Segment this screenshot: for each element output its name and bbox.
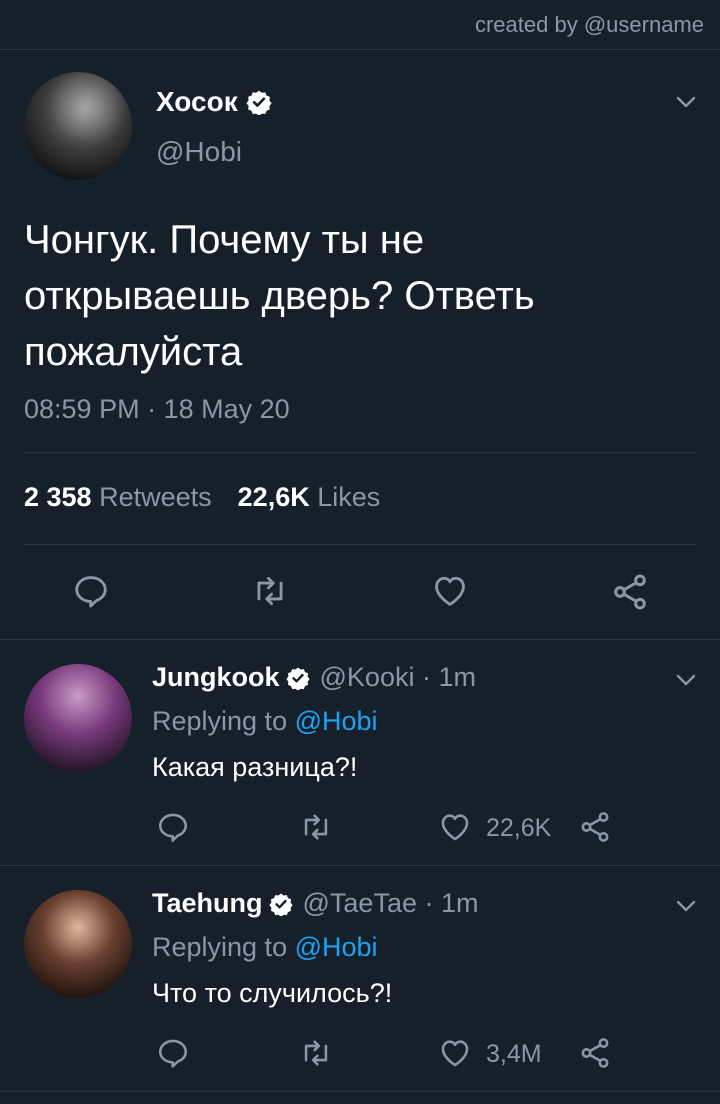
replying-to: Replying to @Hobi <box>152 706 378 737</box>
retweets-count: 2 358 <box>24 482 92 512</box>
tweet-text-line: открываешь дверь? Ответь <box>24 274 535 318</box>
author-name: Хосок <box>156 86 238 117</box>
author-name: Taehung <box>152 888 263 918</box>
retweet-icon[interactable] <box>250 572 290 610</box>
reply-icon[interactable] <box>72 572 110 610</box>
verified-icon <box>268 893 293 916</box>
like-icon[interactable] <box>438 1036 472 1070</box>
like-icon[interactable] <box>438 810 472 844</box>
chevron-down-icon[interactable] <box>674 668 698 692</box>
main-tweet: Хосок @Hobi Чонгук. Почему ты не открыва… <box>0 50 720 640</box>
divider <box>24 452 696 453</box>
verified-icon <box>246 90 272 115</box>
replying-to-link[interactable]: @Hobi <box>295 932 378 962</box>
credit-text: created by @username <box>474 12 704 37</box>
likes-label: Likes <box>317 482 381 512</box>
reply-text: Что то случилось?! <box>152 978 393 1008</box>
chevron-down-icon[interactable] <box>674 90 698 114</box>
tweet-text-line: пожалуйста <box>24 330 243 374</box>
replying-to: Replying to @Hobi <box>152 932 378 963</box>
replying-to-link[interactable]: @Hobi <box>295 706 378 736</box>
reply-text: Какая разница?! <box>152 752 358 782</box>
author-name-row[interactable]: Хосок <box>156 86 272 118</box>
avatar[interactable] <box>24 890 132 998</box>
reply-tweet[interactable]: Taehung @TaeTae · 1m Replying to @Hobi Ч… <box>0 866 720 1092</box>
author-handle: @TaeTae · 1m <box>302 888 479 918</box>
tweet-text: Чонгук. Почему ты не открываешь дверь? О… <box>24 212 684 380</box>
like-icon[interactable] <box>430 572 470 610</box>
reply-icon[interactable] <box>156 1036 190 1070</box>
retweet-icon[interactable] <box>298 810 334 844</box>
likes-count: 22,6K <box>237 482 310 512</box>
top-bar: created by @username <box>0 0 720 50</box>
share-icon[interactable] <box>578 810 612 844</box>
reply-icon[interactable] <box>156 810 190 844</box>
share-icon[interactable] <box>578 1036 612 1070</box>
avatar[interactable] <box>24 664 132 772</box>
author-handle[interactable]: @Hobi <box>156 136 242 168</box>
reply-tweet[interactable]: Jungkook @Kooki · 1m Replying to @Hobi К… <box>0 640 720 866</box>
author-name: Jungkook <box>152 662 280 692</box>
replying-prefix: Replying to <box>152 706 288 736</box>
like-count: 22,6K <box>486 814 552 842</box>
replying-prefix: Replying to <box>152 932 288 962</box>
like-count: 3,4M <box>486 1040 542 1068</box>
likes-stat[interactable]: 22,6K Likes <box>238 482 381 513</box>
tweet-stats: 2 358 Retweets 22,6K Likes <box>24 482 380 513</box>
tweet-text-line: Чонгук. Почему ты не <box>24 218 425 262</box>
retweets-label: Retweets <box>99 482 212 512</box>
tweet-timestamp[interactable]: 08:59 PM · 18 May 20 <box>24 394 290 425</box>
retweets-stat[interactable]: 2 358 Retweets <box>24 482 212 513</box>
share-icon[interactable] <box>610 572 650 612</box>
author-name-row[interactable]: Jungkook @Kooki · 1m <box>152 662 476 693</box>
avatar[interactable] <box>24 72 132 180</box>
author-handle: @Kooki · 1m <box>319 662 476 692</box>
author-name-row[interactable]: Taehung @TaeTae · 1m <box>152 888 478 919</box>
verified-icon <box>285 667 310 690</box>
chevron-down-icon[interactable] <box>674 894 698 918</box>
retweet-icon[interactable] <box>298 1036 334 1070</box>
divider <box>24 544 696 545</box>
